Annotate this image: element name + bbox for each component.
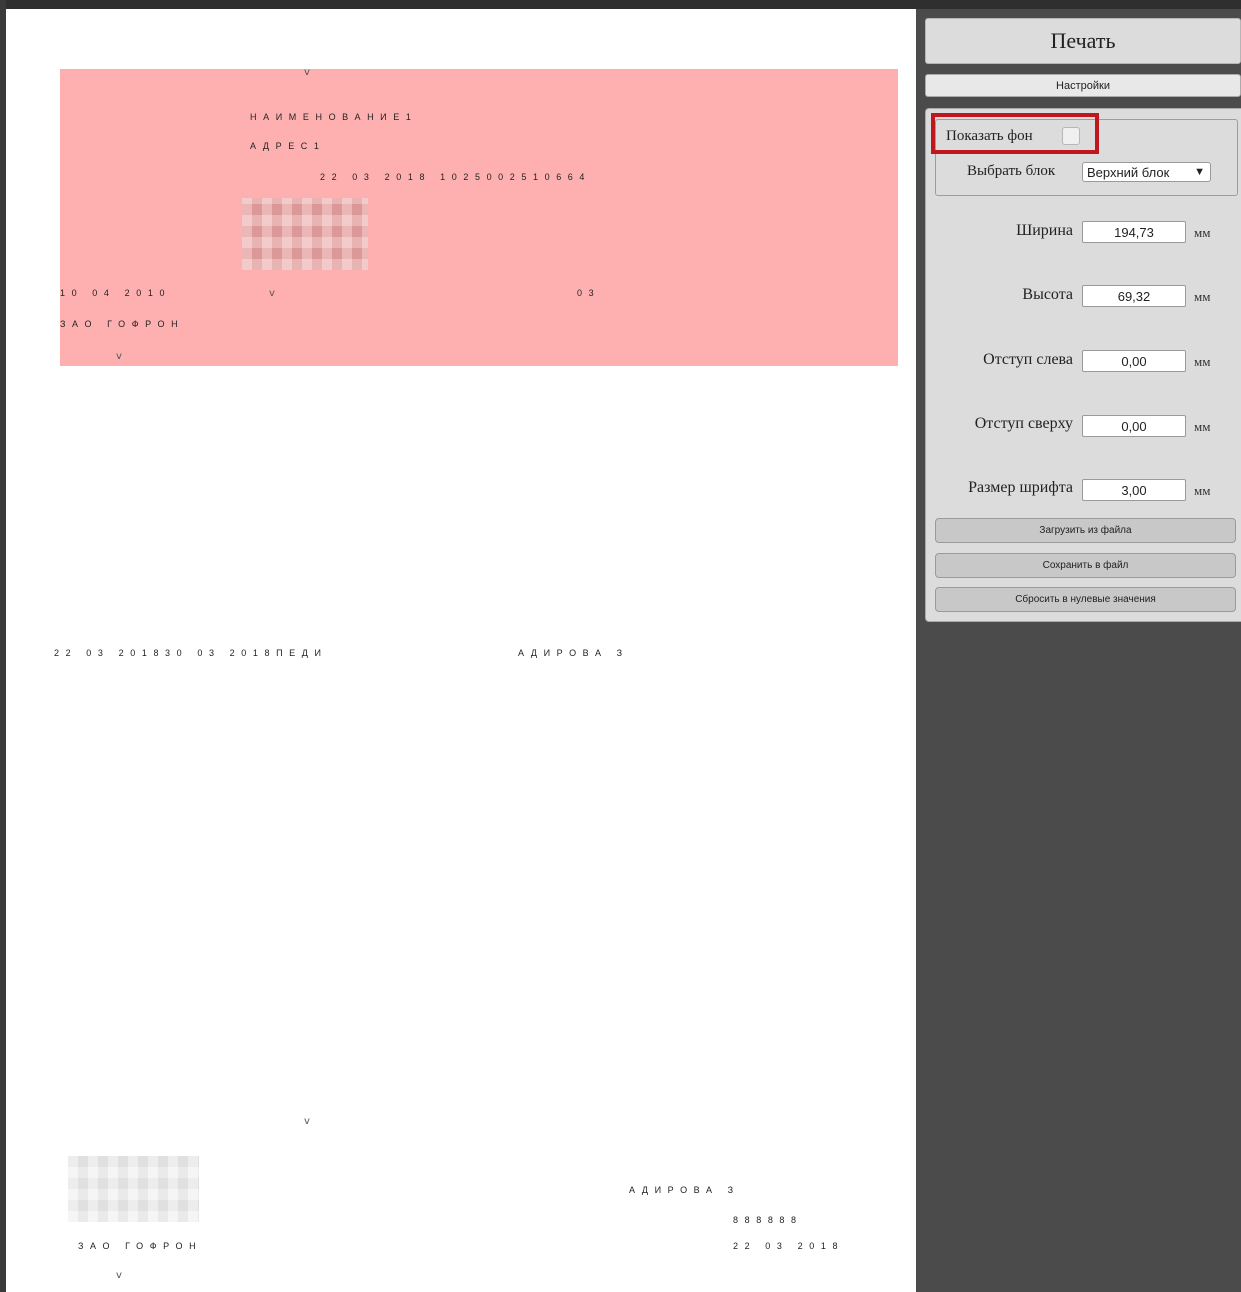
window-top-bar <box>0 0 1241 9</box>
middle-signer: АДИРОВА З <box>518 648 629 658</box>
height-input[interactable] <box>1082 285 1186 307</box>
top-code: 03 <box>577 288 601 298</box>
block-select-value: Верхний блок <box>1087 164 1170 180</box>
top-offset-unit: мм <box>1194 419 1211 434</box>
width-input[interactable] <box>1082 221 1186 243</box>
left-offset-input[interactable] <box>1082 350 1186 372</box>
print-preview-page: v НАИМЕНОВАНИЕ1 АДРЕС1 22 03 2018 102500… <box>6 18 916 1292</box>
top-company: ЗАО ГОФРОН <box>60 319 185 329</box>
select-block-label: Выбрать блок <box>967 163 1056 179</box>
date-and-code: 22 03 2018 1025002510664 <box>320 172 592 182</box>
left-offset-unit: мм <box>1194 354 1211 369</box>
top-block-area[interactable] <box>60 69 898 366</box>
width-unit: мм <box>1194 225 1211 240</box>
height-unit: мм <box>1194 289 1211 304</box>
issue-date: 10 04 2010 <box>60 288 172 298</box>
paper-top-strip <box>6 9 916 18</box>
bottom-signer: АДИРОВА З <box>629 1185 740 1195</box>
top-offset-input[interactable] <box>1082 415 1186 437</box>
stamp-image-bottom <box>68 1156 199 1222</box>
bottom-date: 22 03 2018 <box>733 1241 845 1251</box>
bottom-block-mark-bottom: v <box>116 1270 122 1281</box>
width-label: Ширина <box>1016 222 1073 239</box>
top-block-mark-bottom: v <box>116 351 122 362</box>
load-from-file-button[interactable]: Загрузить из файла <box>935 518 1236 543</box>
recipient-name: НАИМЕНОВАНИЕ1 <box>250 112 418 122</box>
bottom-block-mark: v <box>304 1116 310 1127</box>
reset-values-button[interactable]: Сбросить в нулевые значения <box>935 587 1236 612</box>
top-offset-label: Отступ сверху <box>974 415 1073 432</box>
top-block-mark: v <box>304 67 310 78</box>
font-size-input[interactable] <box>1082 479 1186 501</box>
font-size-label: Размер шрифта <box>968 479 1073 496</box>
middle-dates-line: 22 03 201830 03 2018ПЕДИ <box>54 648 328 658</box>
top-block-mark-mid: v <box>269 288 275 299</box>
font-size-unit: мм <box>1194 483 1211 498</box>
bottom-company: ЗАО ГОФРОН <box>78 1241 203 1251</box>
bottom-number: 888888 <box>733 1215 803 1225</box>
left-offset-label: Отступ слева <box>983 351 1073 368</box>
save-to-file-button[interactable]: Сохранить в файл <box>935 553 1236 578</box>
block-select[interactable]: Верхний блок ▼ <box>1082 162 1211 182</box>
recipient-address: АДРЕС1 <box>250 141 326 151</box>
settings-toggle[interactable]: Настройки <box>925 74 1241 97</box>
chevron-down-icon: ▼ <box>1194 166 1205 178</box>
print-button[interactable]: Печать <box>925 18 1241 64</box>
highlight-frame <box>931 113 1099 154</box>
height-label: Высота <box>1022 286 1073 303</box>
stamp-image-top <box>242 198 368 270</box>
